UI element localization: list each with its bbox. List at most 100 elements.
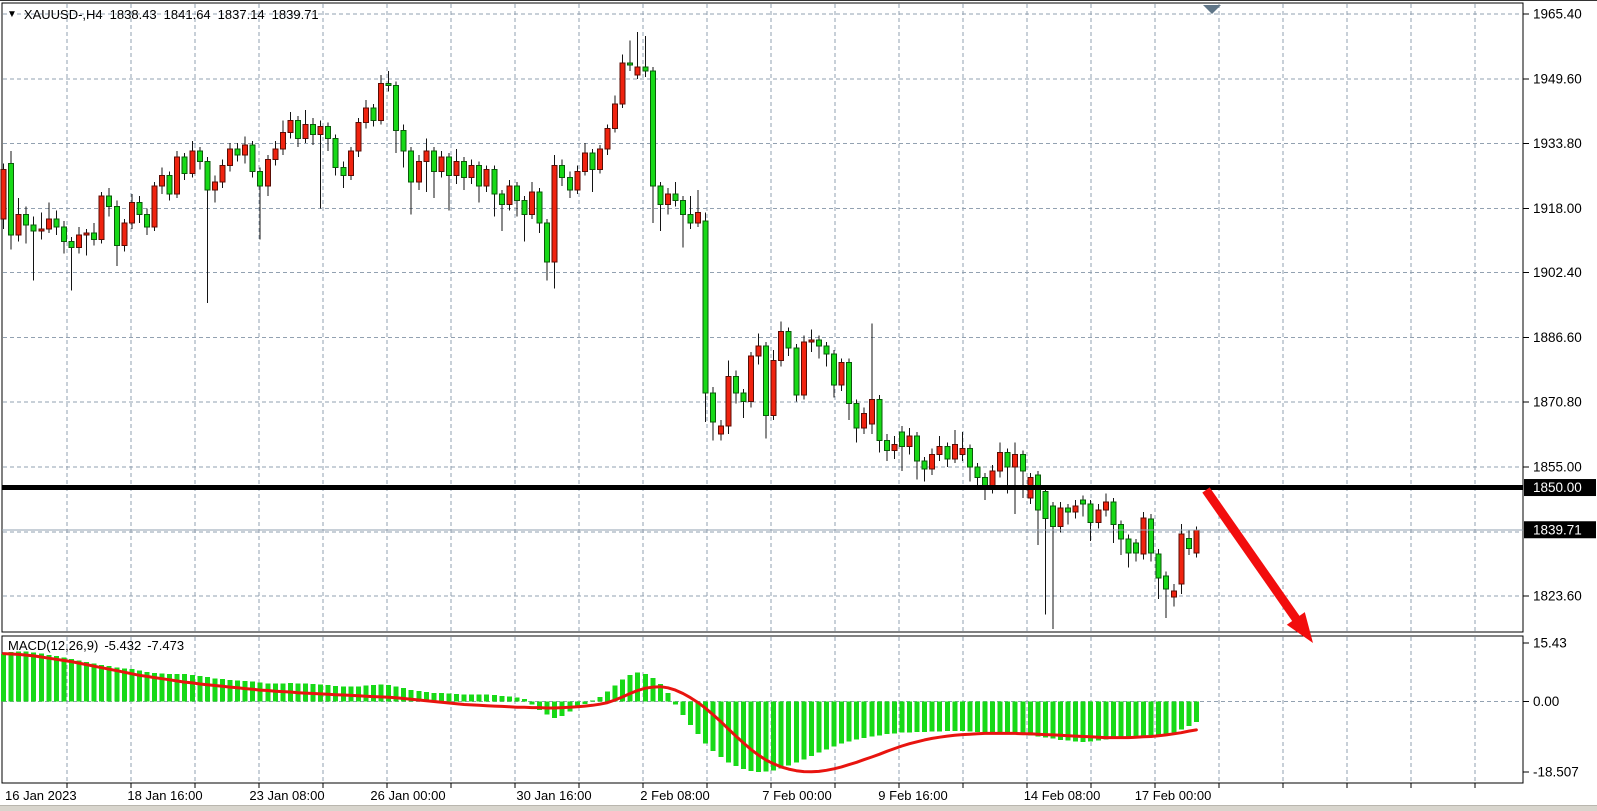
candle-body [945,446,950,458]
macd-histogram-bar [477,695,482,702]
high-value: 1841.64 [164,7,211,22]
macd-histogram-bar [462,694,467,701]
macd-axis-label: 0.00 [1533,694,1559,709]
candle-body [613,104,618,129]
candle-body [1,170,6,219]
candle-body [295,120,300,138]
candle-body [1081,500,1086,504]
candle-body [454,161,459,175]
candle-body [703,221,708,393]
macd-histogram-bar [371,685,376,701]
macd-histogram-bar [748,702,753,772]
candle-body [92,233,97,239]
candle-body [1005,453,1010,467]
macd-histogram-bar [356,686,361,701]
macd-histogram-bar [915,702,920,732]
candle-body [31,225,36,231]
candle-body [620,63,625,104]
candle-body [341,167,346,175]
macd-histogram-bar [967,702,972,732]
candle-body [401,131,406,152]
candle-body [431,151,436,172]
time-axis-label: 9 Feb 16:00 [878,788,947,803]
candle-body [582,153,587,171]
macd-histogram-bar [847,702,852,742]
macd-histogram-bar [945,702,950,732]
macd-histogram-bar [39,654,44,702]
macd-histogram-bar [469,694,474,701]
macd-plot-area[interactable] [2,636,1523,783]
candle-body [718,426,723,434]
macd-histogram-bar [1111,702,1116,739]
macd-histogram-bar [862,702,867,738]
candle-body [530,192,535,215]
macd-histogram-bar [801,702,806,760]
candle-body [869,399,874,424]
macd-histogram-bar [1013,702,1018,734]
price-axis[interactable]: 1965.401949.601933.801918.001902.401886.… [1523,7,1596,780]
candle-body [681,200,686,214]
candle-body [386,83,391,85]
candle-body [952,444,957,458]
macd-histogram-bar [1141,702,1146,737]
candle-body [764,346,769,416]
candle-body [1156,554,1161,578]
macd-histogram-bar [454,694,459,702]
macd-axis-label: -18.507 [1533,764,1579,779]
candle-body [265,159,270,186]
candle-body [937,446,942,454]
candle-body [235,149,240,155]
candle-body [61,227,66,241]
candle-body [16,215,21,236]
chart-title: ▼ XAUUSD-,H4 1838.43 1841.64 1837.14 183… [7,7,319,22]
candle-body [371,108,376,120]
time-axis-label: 7 Feb 00:00 [762,788,831,803]
macd-histogram-bar [816,702,821,753]
macd-histogram-bar [582,702,587,704]
macd-histogram-bar [650,678,655,702]
macd-histogram-bar [590,701,595,702]
candle-body [1179,534,1184,584]
candle-body [1035,475,1040,510]
candle-body [348,151,353,176]
candle-body [824,346,829,354]
macd-histogram-bar [975,702,980,732]
macd-histogram-bar [983,702,988,733]
candle-body [756,346,761,356]
candle-body [514,186,519,200]
price-axis-label: 1886.60 [1533,330,1582,345]
candle-body [114,206,119,245]
macd-histogram-bar [1171,702,1176,733]
candle-body [250,145,255,172]
candle-body [122,223,127,246]
candle-body [1111,502,1116,525]
chart-canvas[interactable]: 1965.401949.601933.801918.001902.401886.… [0,1,1597,811]
symbol-dropdown-icon[interactable]: ▼ [7,8,17,21]
candle-body [537,192,542,223]
candle-body [318,126,323,134]
candle-body [741,393,746,401]
candle-body [84,233,89,235]
main-plot-area[interactable] [2,3,1523,632]
macd-histogram-bar [854,702,859,740]
candle-body [1050,506,1055,527]
macd-histogram-bar [54,656,59,702]
candle-body [1118,524,1123,538]
macd-indicator-name: MACD(12,26,9) [8,638,98,653]
candle-body [1066,508,1071,512]
macd-histogram-bar [1,654,6,702]
macd-histogram-bar [265,683,270,701]
macd-histogram-bar [235,681,240,702]
macd-histogram-bar [794,702,799,763]
candle-body [477,165,482,186]
candle-body [643,67,648,71]
candle-body [597,149,602,170]
candle-body [522,200,527,214]
candle-body [1134,543,1139,553]
candle-body [696,213,701,223]
macd-histogram-bar [1164,702,1169,734]
candle-body [144,215,149,227]
macd-histogram-bar [1134,702,1139,738]
candle-body [152,186,157,227]
time-axis[interactable]: 16 Jan 202318 Jan 16:0023 Jan 08:0026 Ja… [5,783,1475,803]
